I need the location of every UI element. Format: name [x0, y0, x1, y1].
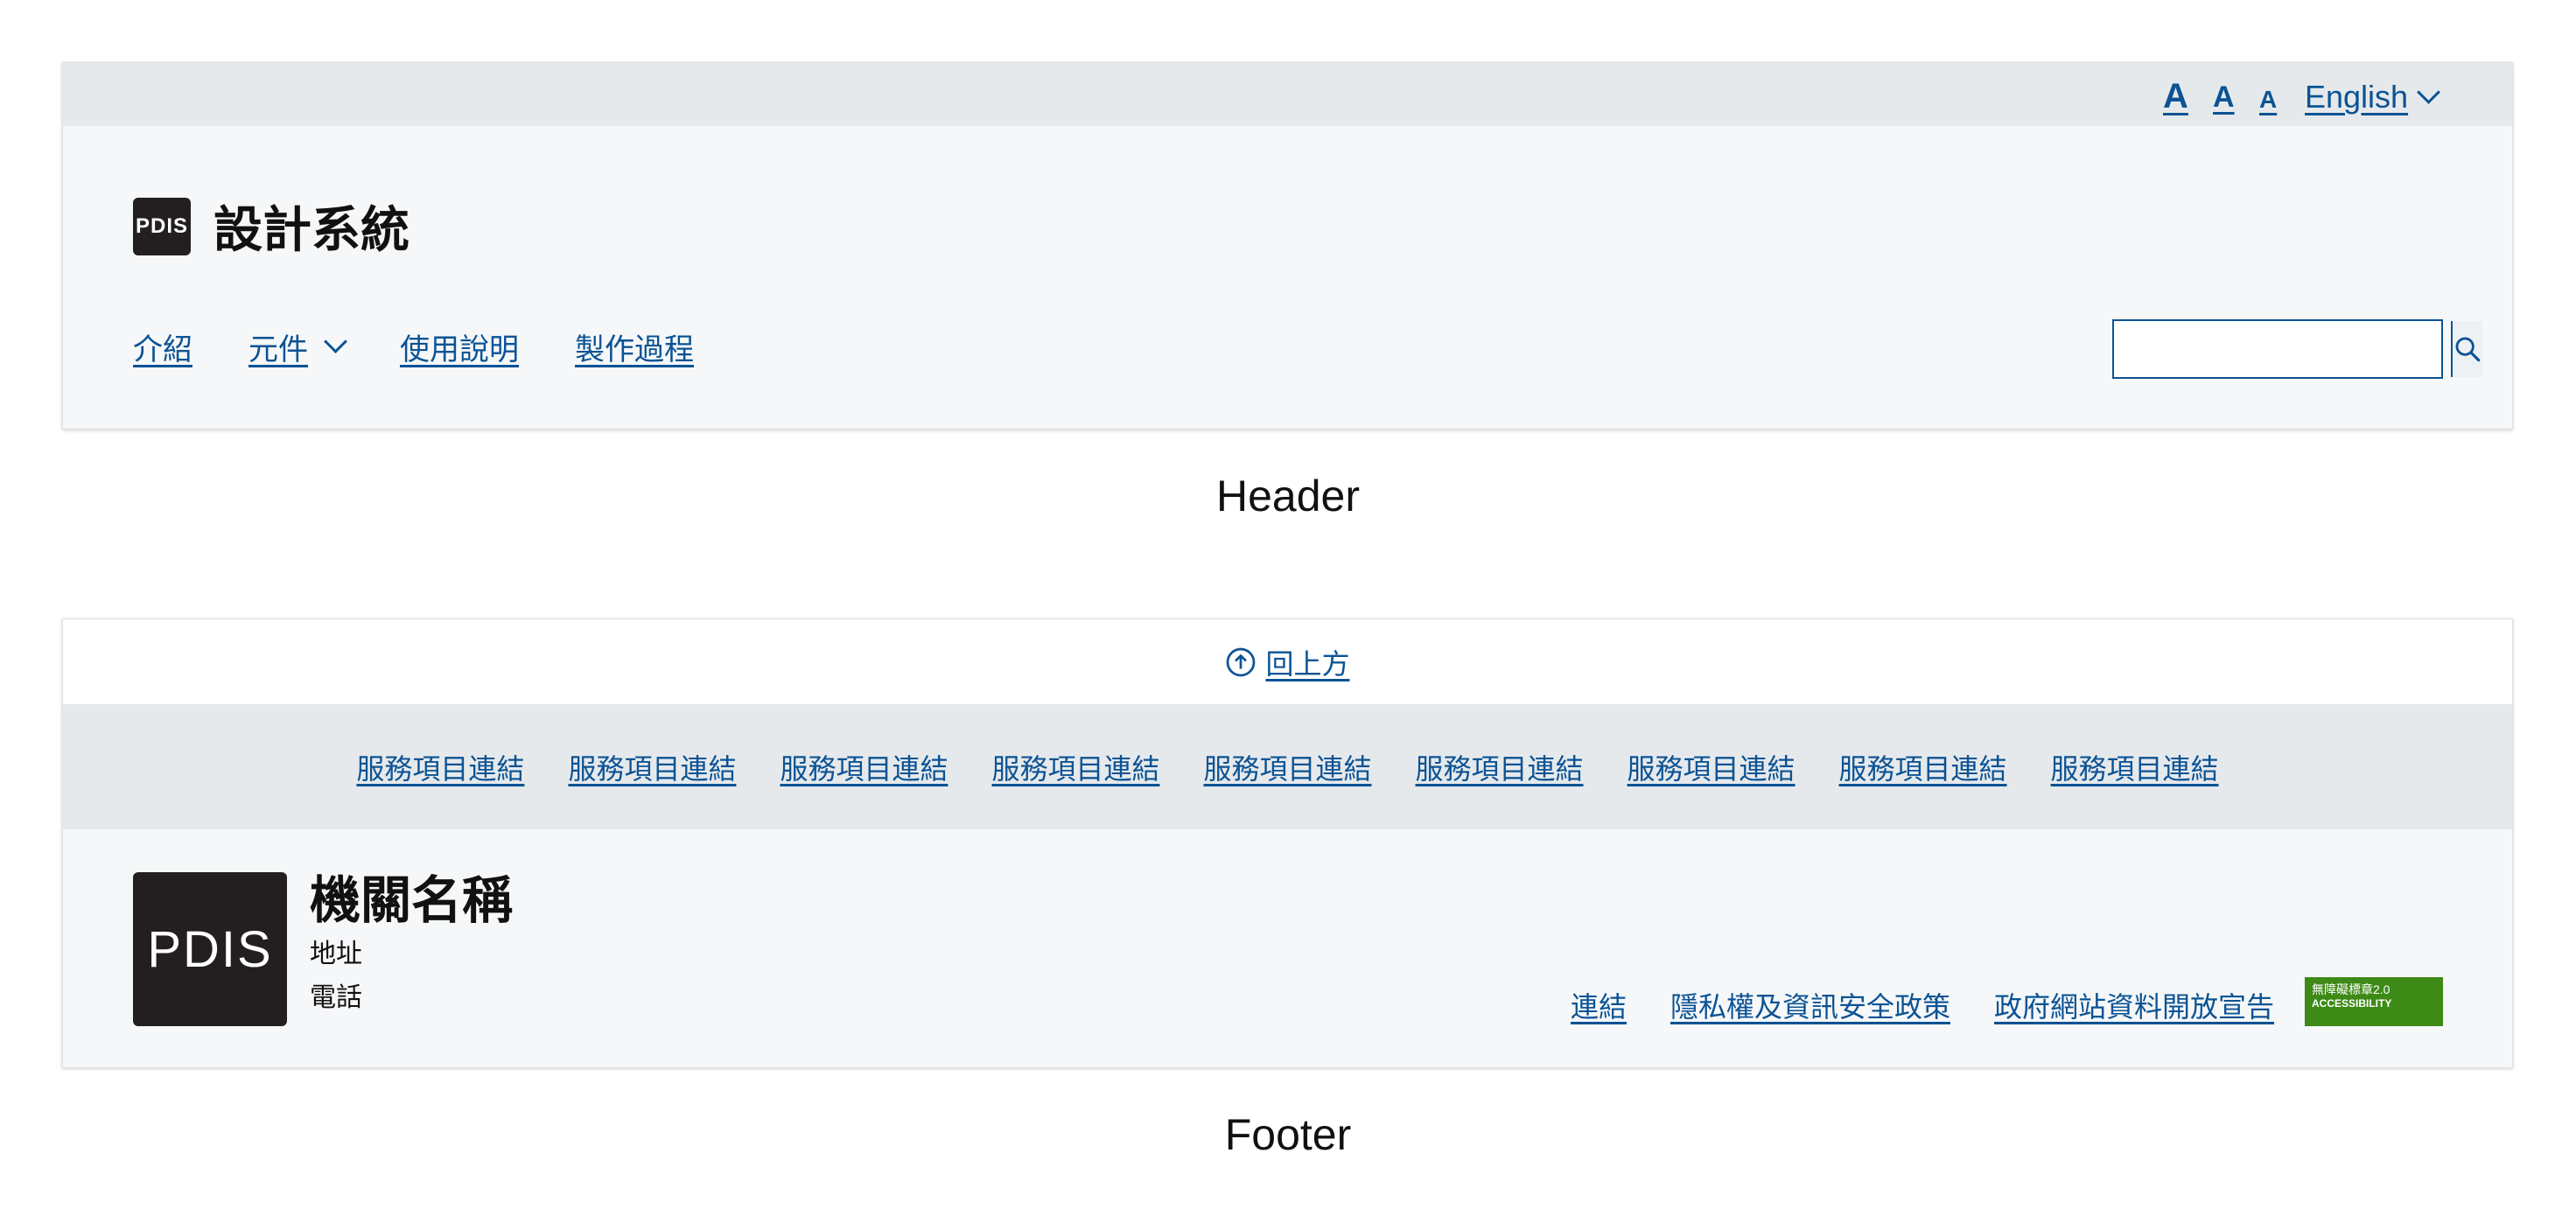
site-title: 設計系統: [214, 202, 410, 257]
pdis-logo: PDIS: [133, 872, 287, 1026]
organization-name: 機關名稱: [310, 872, 514, 929]
main-nav: 介紹 元件 使用說明 製作過程: [133, 325, 694, 368]
nav-item-components-label: 元件: [248, 333, 308, 367]
back-to-top[interactable]: 回上方: [63, 619, 2512, 704]
font-size-small-link[interactable]: A: [2259, 86, 2277, 114]
footer-caption: Footer: [1224, 1110, 1352, 1159]
search-box: [2112, 319, 2482, 379]
chevron-down-icon: [2417, 80, 2441, 104]
header-panel: A A A English PDIS 設計系統 介紹 元件 使用說明 製作過程: [62, 62, 2513, 430]
badge-line-1: 無障礙標章2.0: [2312, 982, 2390, 996]
organization-phone: 電話: [310, 983, 362, 1012]
service-link[interactable]: 服務項目連結: [1203, 747, 1371, 787]
service-link[interactable]: 服務項目連結: [991, 747, 1159, 787]
accessibility-badge[interactable]: 無障礙標章2.0 ACCESSIBILITY: [2305, 977, 2443, 1026]
footer-link[interactable]: 連結: [1571, 985, 1627, 1025]
search-button[interactable]: [2451, 321, 2482, 377]
service-links-bar: 服務項目連結 服務項目連結 服務項目連結 服務項目連結 服務項目連結 服務項目連…: [63, 704, 2512, 829]
font-size-large-link[interactable]: A: [2163, 77, 2188, 116]
organization-info: PDIS 機關名稱 地址 電話: [133, 872, 513, 1026]
search-input[interactable]: [2114, 321, 2451, 377]
language-selector[interactable]: English: [2305, 79, 2441, 115]
site-brand[interactable]: PDIS 設計系統: [133, 191, 410, 262]
search-icon: [2455, 337, 2481, 362]
service-link[interactable]: 服務項目連結: [356, 747, 524, 787]
header-caption: Header: [1216, 472, 1360, 521]
chevron-down-icon: [324, 330, 347, 353]
header-utility-bar: A A A English: [63, 63, 2512, 126]
badge-line-2: ACCESSIBILITY: [2312, 996, 2392, 1010]
privacy-policy-link[interactable]: 隱私權及資訊安全政策: [1670, 985, 1950, 1025]
open-data-link[interactable]: 政府網站資料開放宣告: [1994, 985, 2274, 1025]
service-link[interactable]: 服務項目連結: [1839, 747, 2007, 787]
nav-item-usage[interactable]: 使用說明: [400, 325, 519, 368]
font-size-medium-link[interactable]: A: [2213, 80, 2235, 115]
service-link[interactable]: 服務項目連結: [1416, 747, 1584, 787]
footer-links: 連結 隱私權及資訊安全政策 政府網站資料開放宣告: [1571, 985, 2274, 1025]
service-link[interactable]: 服務項目連結: [568, 747, 736, 787]
service-link[interactable]: 服務項目連結: [1628, 747, 1796, 787]
footer-panel: 回上方 服務項目連結 服務項目連結 服務項目連結 服務項目連結 服務項目連結 服…: [62, 618, 2513, 1068]
language-label: English: [2305, 79, 2409, 115]
nav-item-components[interactable]: 元件: [248, 325, 347, 368]
pdis-logo: PDIS: [133, 197, 191, 255]
arrow-up-circle-icon: [1227, 647, 1256, 676]
back-to-top-label: 回上方: [1265, 647, 1350, 680]
organization-address: 地址: [310, 940, 362, 968]
service-link[interactable]: 服務項目連結: [780, 747, 948, 787]
nav-item-process[interactable]: 製作過程: [575, 325, 694, 368]
service-link[interactable]: 服務項目連結: [2051, 747, 2219, 787]
nav-item-intro[interactable]: 介紹: [133, 325, 192, 368]
